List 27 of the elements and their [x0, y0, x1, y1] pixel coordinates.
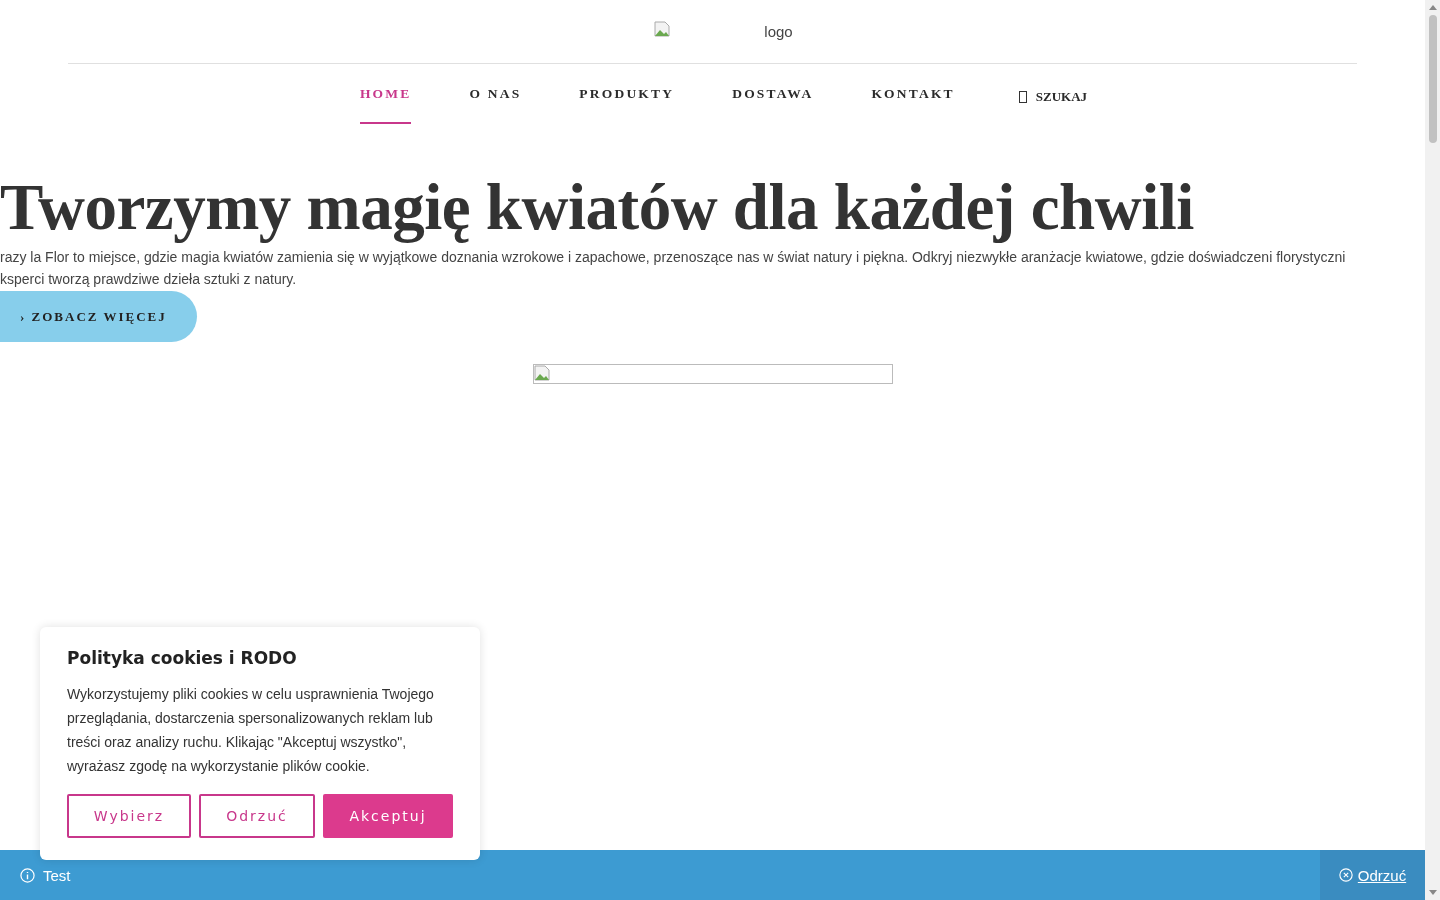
scrollbar-thumb[interactable]	[1428, 15, 1437, 143]
broken-image-icon	[534, 365, 550, 381]
nav-link[interactable]: KONTAKT	[871, 64, 955, 124]
nav-link[interactable]: O NAS	[469, 64, 522, 124]
cookie-text: Wykorzystujemy pliki cookies w celu usprawnienia Twojego przeglądania, dostarczenia spersonalizowanych reklam lub treści oraz analizy ruchu. Klikając "Akceptuj wszystko", wyrażasz zgodę na wykorzystanie plików cookie.	[67, 685, 435, 776]
scroll-down-icon[interactable]	[1428, 890, 1437, 895]
scroll-up-icon[interactable]	[1428, 5, 1437, 10]
cookie-button[interactable]: Odrzuć	[199, 794, 315, 838]
cookie-title: Polityka cookies i RODO	[67, 648, 298, 668]
close-icon[interactable]	[1338, 868, 1353, 882]
hero-text: ksperci tworzą prawdziwe dzieła sztuki z natury.	[0, 270, 298, 289]
hero-heading: Tworzymy magię kwiatów dla każdej chwili	[0, 170, 1194, 245]
scrollbar[interactable]	[1425, 0, 1440, 900]
nav-link[interactable]: HOME	[359, 64, 412, 124]
notice-text: Test	[43, 866, 71, 884]
logo-alt-text: logo	[764, 23, 793, 40]
hero-text: razy la Flor to miejsce, gdzie magia kwiatów zamienia się w wyjątkowe doznania wzrokowe i zapachowe, przenoszące nas w świat natury i piękna. Odkryj niezwykłe aranżacje kwiatowe, gdzie doświadczeni florystyczni	[0, 248, 1347, 267]
broken-image-icon	[654, 21, 671, 37]
nav-link[interactable]: DOSTAWA	[732, 64, 814, 124]
search-link[interactable]: SZUKAJ	[1035, 89, 1088, 105]
cookie-button[interactable]: Akceptuj	[323, 794, 453, 838]
nav-link[interactable]: PRODUKTY	[579, 64, 675, 124]
see-more-button[interactable]: › ZOBACZ WIĘCEJ	[0, 291, 197, 342]
dismiss-link[interactable]: Odrzuć	[1357, 866, 1407, 884]
cookie-button[interactable]: Wybierz	[67, 794, 191, 838]
missing-glyph-icon	[1018, 91, 1027, 103]
info-icon	[20, 867, 35, 883]
